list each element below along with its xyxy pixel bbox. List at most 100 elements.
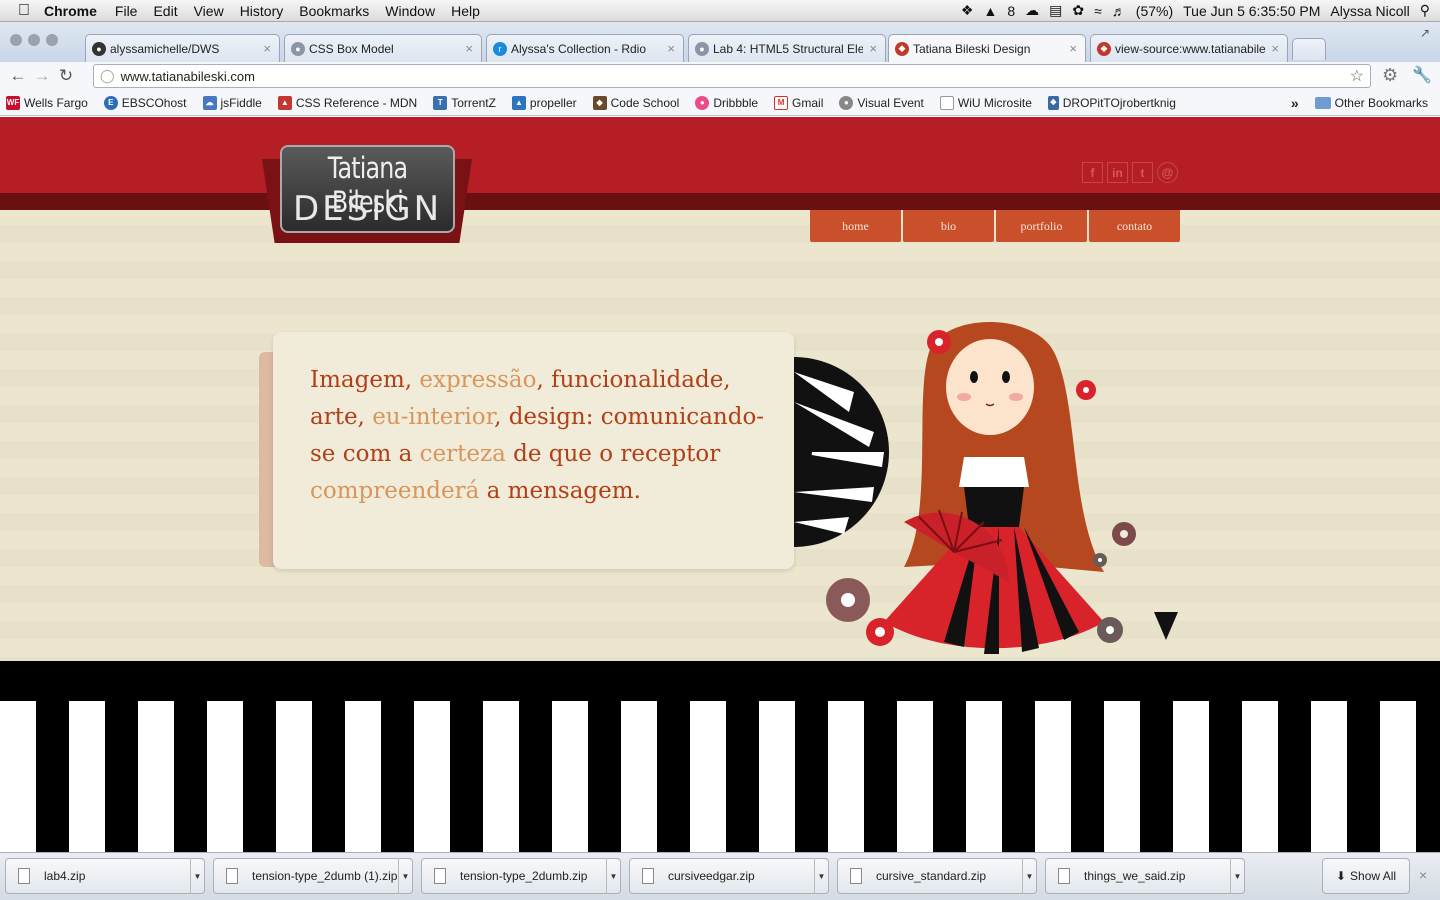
download-menu-arrow-icon[interactable]: ▼ [1022, 858, 1036, 894]
bookmark-label: Other Bookmarks [1334, 95, 1428, 110]
facebook-icon[interactable]: f [1082, 162, 1103, 183]
adobe-icon[interactable]: ▲ [983, 3, 997, 19]
tab-lab4[interactable]: ● Lab 4: HTML5 Structural Elem × [688, 34, 886, 62]
minimize-window-button[interactable] [28, 34, 40, 46]
header-shadow-band [0, 193, 1440, 210]
bookmark-item[interactable]: ▲ CSS Reference - MDN [277, 95, 417, 110]
close-tab-icon[interactable]: × [869, 41, 877, 56]
menu-app-name[interactable]: Chrome [38, 3, 107, 19]
download-menu-arrow-icon[interactable]: ▼ [398, 858, 412, 894]
bookmark-label: Wells Fargo [24, 95, 88, 110]
cloud-icon[interactable]: ☁ [1025, 2, 1039, 19]
bookmark-label: propeller [529, 95, 577, 110]
menu-help[interactable]: Help [443, 3, 488, 19]
bookmark-item[interactable]: ☁ jsFiddle [202, 95, 262, 110]
address-bar[interactable]: ◯ www.tatianabileski.com ☆ [93, 64, 1371, 88]
menu-bookmarks[interactable]: Bookmarks [291, 3, 377, 19]
nav-home[interactable]: home [810, 210, 901, 242]
close-tab-icon[interactable]: × [1069, 41, 1077, 56]
menu-edit[interactable]: Edit [145, 3, 185, 19]
download-item[interactable]: tension-type_2dumb (1).zip ▼ [213, 858, 413, 894]
menu-file[interactable]: File [107, 3, 146, 19]
forward-icon[interactable]: → [30, 64, 54, 88]
paw-icon[interactable]: ✿ [1072, 2, 1084, 19]
jsfiddle-icon: ☁ [202, 95, 217, 110]
wifi-icon[interactable]: ≈ [1094, 3, 1102, 19]
bookmark-item[interactable]: T TorrentZ [433, 95, 496, 110]
menu-view[interactable]: View [186, 3, 232, 19]
notification-badge[interactable]: 8 [1007, 3, 1015, 19]
tab-view-source[interactable]: ◆ view-source:www.tatianabile × [1090, 34, 1288, 62]
back-icon[interactable]: ← [6, 64, 30, 88]
close-downloads-icon[interactable]: × [1419, 867, 1427, 883]
tab-github[interactable]: ● alyssamichelle/DWS × [85, 34, 280, 62]
close-tab-icon[interactable]: × [667, 41, 675, 56]
tab-rdio[interactable]: r Alyssa's Collection - Rdio × [486, 34, 684, 62]
bookmark-item[interactable]: WF Wells Fargo [6, 95, 88, 110]
bookmark-item[interactable]: ● Visual Event [839, 95, 924, 110]
download-item[interactable]: things_we_said.zip ▼ [1045, 858, 1245, 894]
bookmark-item[interactable]: WiU Microsite [939, 95, 1032, 110]
battery-status[interactable]: (57%) [1136, 3, 1173, 19]
bookmark-item[interactable]: M Gmail [774, 95, 823, 110]
download-menu-arrow-icon[interactable]: ▼ [1230, 858, 1244, 894]
twitter-icon[interactable]: t [1132, 162, 1153, 183]
bookmark-item[interactable]: ◆ Code School [592, 95, 679, 110]
close-tab-icon[interactable]: × [465, 41, 473, 56]
close-tab-icon[interactable]: × [1271, 41, 1279, 56]
tab-css-box-model[interactable]: ● CSS Box Model × [284, 34, 482, 62]
bookmark-item[interactable]: ● Dribbble [695, 95, 758, 110]
logo-line2: DESIGN [292, 189, 443, 229]
nav-contato[interactable]: contato [1089, 210, 1180, 242]
download-item[interactable]: tension-type_2dumb.zip ▼ [421, 858, 621, 894]
close-tab-icon[interactable]: × [263, 41, 271, 56]
linkedin-icon[interactable]: in [1107, 162, 1128, 183]
spotlight-icon[interactable]: ⚲ [1420, 2, 1430, 19]
bookmark-item[interactable]: ▲ propeller [511, 95, 577, 110]
download-filename: things_we_said.zip [1084, 869, 1186, 883]
apple-icon[interactable]:  [0, 2, 38, 20]
dribbble-icon: ● [695, 95, 710, 110]
tab-tatiana-bileski[interactable]: ◆ Tatiana Bileski Design × [888, 34, 1086, 62]
clipboard-icon[interactable]: ▤ [1049, 2, 1062, 19]
quote-highlight: expressão [419, 367, 537, 393]
striped-footer-band [0, 661, 1440, 852]
nav-portfolio[interactable]: portfolio [996, 210, 1087, 242]
close-window-button[interactable] [10, 34, 22, 46]
download-menu-arrow-icon[interactable]: ▼ [606, 858, 620, 894]
email-icon[interactable]: @ [1157, 162, 1178, 183]
page-icon: ◯ [100, 68, 115, 83]
fullscreen-icon[interactable]: ↗ [1420, 26, 1430, 40]
bookmark-star-icon[interactable]: ☆ [1350, 66, 1364, 86]
wrench-icon[interactable]: 🔧 [1412, 65, 1432, 85]
menu-history[interactable]: History [232, 3, 292, 19]
dropbox-icon[interactable]: ❖ [961, 2, 974, 19]
site-logo[interactable]: Tatiana Bileski DESIGN [262, 145, 472, 245]
file-icon [18, 868, 30, 884]
download-menu-arrow-icon[interactable]: ▼ [190, 858, 204, 894]
download-item[interactable]: cursiveedgar.zip ▼ [629, 858, 829, 894]
flamenco-girl-illustration [794, 322, 1178, 654]
download-filename: cursiveedgar.zip [668, 869, 755, 883]
menu-window[interactable]: Window [377, 3, 443, 19]
bookmark-item[interactable]: ❖ DROPitTOjrobertknig [1047, 95, 1176, 110]
tab-title: CSS Box Model [309, 41, 394, 56]
download-item[interactable]: cursive_standard.zip ▼ [837, 858, 1037, 894]
bookmark-item[interactable]: E EBSCOhost [103, 95, 187, 110]
reload-icon[interactable]: ↻ [54, 64, 78, 88]
nav-bio[interactable]: bio [903, 210, 994, 242]
new-tab-button[interactable] [1292, 38, 1326, 60]
show-all-downloads-button[interactable]: ⬇ Show All [1322, 858, 1410, 894]
other-bookmarks[interactable]: Other Bookmarks [1314, 95, 1428, 110]
dropbox-icon: ❖ [1047, 95, 1059, 110]
quote-segment: de que o receptor [505, 441, 721, 467]
volume-icon[interactable]: ♬ [1112, 3, 1126, 19]
wells-fargo-icon: WF [6, 95, 20, 110]
more-bookmarks-icon[interactable]: » [1291, 95, 1299, 111]
user-name[interactable]: Alyssa Nicoll [1330, 3, 1409, 19]
extension-gear-icon[interactable]: ⚙ [1382, 65, 1398, 86]
download-item[interactable]: lab4.zip ▼ [5, 858, 205, 894]
clock[interactable]: Tue Jun 5 6:35:50 PM [1183, 3, 1320, 19]
download-menu-arrow-icon[interactable]: ▼ [814, 858, 828, 894]
zoom-window-button[interactable] [46, 34, 58, 46]
